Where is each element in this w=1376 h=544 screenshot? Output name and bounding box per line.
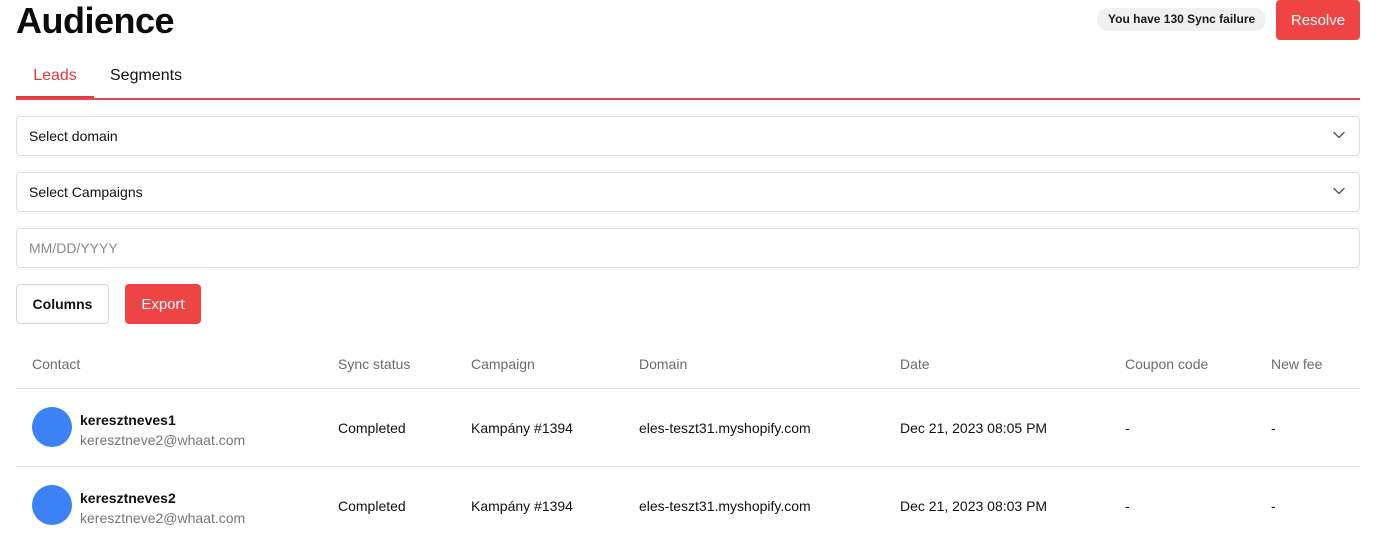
chevron-down-icon: [1333, 131, 1345, 139]
campaign-select-value: Select Campaigns: [29, 184, 143, 200]
audience-page: Audience You have 130 Sync failure Resol…: [0, 0, 1376, 544]
new-fee: -: [1271, 498, 1276, 514]
column-header-campaign[interactable]: Campaign: [471, 340, 535, 388]
resolve-button[interactable]: Resolve: [1276, 0, 1360, 40]
leads-table: Contact Sync status Campaign Domain Date…: [16, 340, 1360, 544]
sync-failure-badge: You have 130 Sync failure: [1097, 8, 1267, 31]
tab-leads[interactable]: Leads: [16, 56, 94, 98]
campaign: Kampány #1394: [471, 498, 573, 514]
campaign: Kampány #1394: [471, 420, 573, 436]
campaign-select[interactable]: Select Campaigns: [16, 172, 1360, 212]
sync-status: Completed: [338, 498, 406, 514]
tab-segments[interactable]: Segments: [110, 56, 182, 98]
table-row[interactable]: keresztneves1 keresztneve2@whaat.com Com…: [16, 389, 1360, 467]
chevron-down-icon: [1333, 187, 1345, 195]
date: Dec 21, 2023 08:03 PM: [900, 498, 1048, 514]
column-header-coupon-code[interactable]: Coupon code: [1125, 340, 1208, 388]
export-button[interactable]: Export: [125, 284, 201, 324]
contact-email: keresztneve2@whaat.com: [80, 510, 246, 526]
contact-email: keresztneve2@whaat.com: [80, 432, 246, 448]
page-title: Audience: [16, 0, 175, 41]
tab-bar: Leads Segments: [16, 56, 1360, 100]
contact-name: keresztneves1: [80, 412, 176, 428]
column-header-contact[interactable]: Contact: [32, 340, 80, 388]
domain: eles-teszt31.myshopify.com: [639, 498, 811, 514]
table-row[interactable]: keresztneves2 keresztneve2@whaat.com Com…: [16, 467, 1360, 544]
column-header-new-fee[interactable]: New fee: [1271, 340, 1322, 388]
sync-status: Completed: [338, 420, 406, 436]
domain-select-value: Select domain: [29, 128, 118, 144]
domain: eles-teszt31.myshopify.com: [639, 420, 811, 436]
coupon-code: -: [1125, 498, 1130, 514]
coupon-code: -: [1125, 420, 1130, 436]
avatar: [32, 485, 72, 525]
domain-select[interactable]: Select domain: [16, 116, 1360, 156]
columns-button[interactable]: Columns: [16, 284, 109, 324]
date: Dec 21, 2023 08:05 PM: [900, 420, 1048, 436]
new-fee: -: [1271, 420, 1276, 436]
avatar: [32, 407, 72, 447]
column-header-date[interactable]: Date: [900, 340, 930, 388]
contact-name: keresztneves2: [80, 490, 176, 506]
date-input[interactable]: [16, 228, 1360, 268]
table-header: Contact Sync status Campaign Domain Date…: [16, 340, 1360, 389]
column-header-sync-status[interactable]: Sync status: [338, 340, 410, 388]
column-header-domain[interactable]: Domain: [639, 340, 687, 388]
